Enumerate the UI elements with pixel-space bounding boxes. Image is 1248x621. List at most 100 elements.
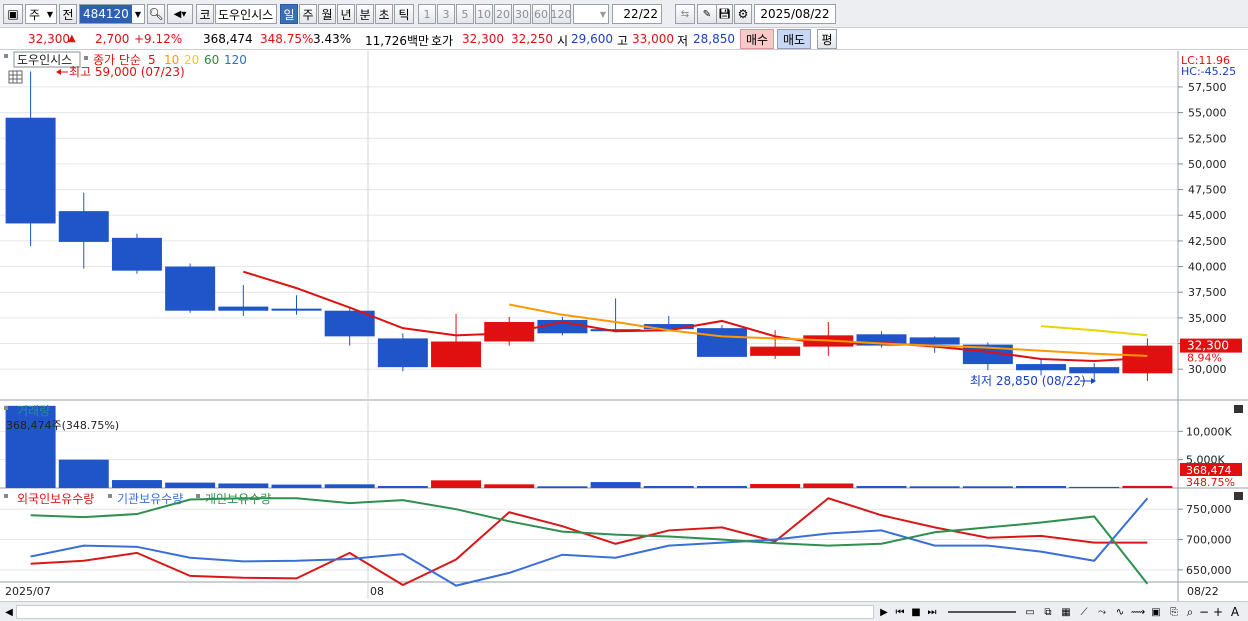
chart-svg: 30,00032,50035,00037,50040,00042,50045,0… [0,51,1248,602]
minute-5[interactable]: 5 [456,4,474,24]
holdings-axis: 750,000 700,000 650,000 [1178,503,1232,577]
tab-week[interactable]: 주 [299,4,317,24]
line-tool-icon[interactable]: ⟋ [1076,604,1092,620]
market-button[interactable]: 코 [196,4,214,24]
zoom-search-icon[interactable]: ⌕ [1184,604,1196,620]
price-tick-label: 47,500 [1188,184,1227,197]
count-total: /22 [638,7,658,21]
volume-bar [962,486,1013,488]
high-note: 최고 59,000 (07/23) [56,65,185,79]
tab-tick[interactable]: 틱 [394,4,414,24]
low-note: 최저 28,850 (08/22) [970,374,1096,388]
tab-month[interactable]: 월 [318,4,336,24]
custom-period-select[interactable]: ▼ [573,4,609,24]
price-change-pct: +9.12% [134,32,183,46]
candle-body [909,337,960,345]
grid-icon[interactable]: ▦ [1058,604,1074,620]
volume-bar [377,486,428,488]
copy-icon[interactable]: ⎘ [1166,604,1182,620]
low-price: 28,850 [693,32,735,46]
gear-icon[interactable]: ⚙ [734,4,752,24]
minute-60[interactable]: 60 [532,4,550,24]
sell-button[interactable]: 매도 [777,29,811,49]
minute-3[interactable]: 3 [437,4,455,24]
open-label: 시 [557,34,569,48]
volume-bar [111,480,162,488]
volume-note: 368,474주(348.75%) [6,419,119,432]
volume-bar [590,482,641,488]
buy-button[interactable]: 매수 [740,29,774,49]
minute-20[interactable]: 20 [494,4,512,24]
speaker-icon[interactable]: ◀▾ [167,4,193,24]
compare-icon[interactable]: ⇆ [675,4,695,24]
window-layout-icon[interactable]: ▣ [3,4,23,24]
eval-button[interactable]: 평 [817,29,837,49]
volume-bar [484,484,535,488]
price-tick-label: 40,000 [1188,261,1227,274]
close-pane-icon[interactable] [1234,492,1243,500]
rewind-icon[interactable]: ⏮ [893,604,907,620]
fast-forward-icon[interactable]: ⏭ [925,604,939,620]
tab-minute[interactable]: 분 [356,4,374,24]
candle-body [1016,364,1067,371]
price-change: 2,700 [95,32,130,46]
code-field[interactable]: 484120 ▼ [79,4,145,24]
candle-body [1069,367,1120,374]
zoom-out-icon[interactable]: − [1198,604,1210,620]
image-icon[interactable]: ▣ [1148,604,1164,620]
price-tick-label: 45,000 [1188,209,1227,222]
count-field[interactable]: 22/22 [612,4,662,24]
top-toolbar: ▣ 주 ▼ 전 484120 ▼ 🔍︎ ◀▾ 코 도우인시스 일 주 월 년 분 초… [0,0,1248,28]
scroll-right-icon[interactable]: ▶ [878,604,890,620]
trend-tool-icon[interactable]: ⤳ [1094,604,1110,620]
trade-amount: 11,726백만 [365,34,430,48]
close-pane-icon[interactable] [1234,405,1243,413]
font-size-icon[interactable]: A [1228,604,1242,620]
scroll-left-icon[interactable]: ◀ [3,604,15,620]
tab-day[interactable]: 일 [280,4,298,24]
price-tick-label: 55,000 [1188,107,1227,120]
tab-second[interactable]: 초 [375,4,393,24]
open-price: 29,600 [571,32,613,46]
minute-10[interactable]: 10 [475,4,493,24]
quote-label: 호가 [431,34,454,48]
minute-1[interactable]: 1 [418,4,436,24]
tab-year[interactable]: 년 [337,4,355,24]
volume-bar [909,486,960,488]
candle-body [111,237,162,271]
prev-button[interactable]: 전 [59,4,77,24]
table-icon[interactable] [8,70,23,84]
x-label-mid: 08 [370,585,384,598]
zoom-slider[interactable] [948,611,1016,613]
code-input[interactable]: 484120 [80,5,132,23]
zoom-in-icon[interactable]: + [1212,604,1224,620]
volume-bar [750,484,801,488]
volume-bar [856,486,907,488]
price-tick-label: 37,500 [1188,286,1227,299]
up-arrow-icon: ▲ [68,33,76,44]
wave-tool-icon[interactable]: ∿ [1112,604,1128,620]
horizontal-scrollbar[interactable] [16,605,874,619]
date-field[interactable]: 2025/08/22 [754,4,836,24]
tool-icon[interactable]: ✎ [697,4,717,24]
minute-120[interactable]: 120 [551,4,572,24]
volume-bar [1069,486,1120,488]
layout-icon[interactable]: ▭ [1022,604,1038,620]
zigzag-tool-icon[interactable]: ⟿ [1130,604,1146,620]
volume-bar [165,482,216,488]
period-mode-select[interactable]: 주 ▼ [25,4,57,24]
x-label-start: 2025/07 [5,585,51,598]
save-icon[interactable]: 💾︎ [716,4,733,24]
split-icon[interactable]: ⧉ [1040,604,1056,620]
stop-icon[interactable]: ■ [909,604,923,620]
ask-price: 32,300 [462,32,504,46]
period-mode-value: 주 [29,7,41,22]
chevron-down-icon: ▼ [134,9,141,19]
minute-30[interactable]: 30 [513,4,531,24]
search-icon[interactable]: 🔍︎ [147,4,165,24]
stock-name-box[interactable]: 도우인시스 [215,4,277,24]
candle-body [58,211,109,242]
volume-value: 368,474 [203,32,253,46]
candle-body [431,341,482,368]
low-label: 저 [677,34,689,48]
